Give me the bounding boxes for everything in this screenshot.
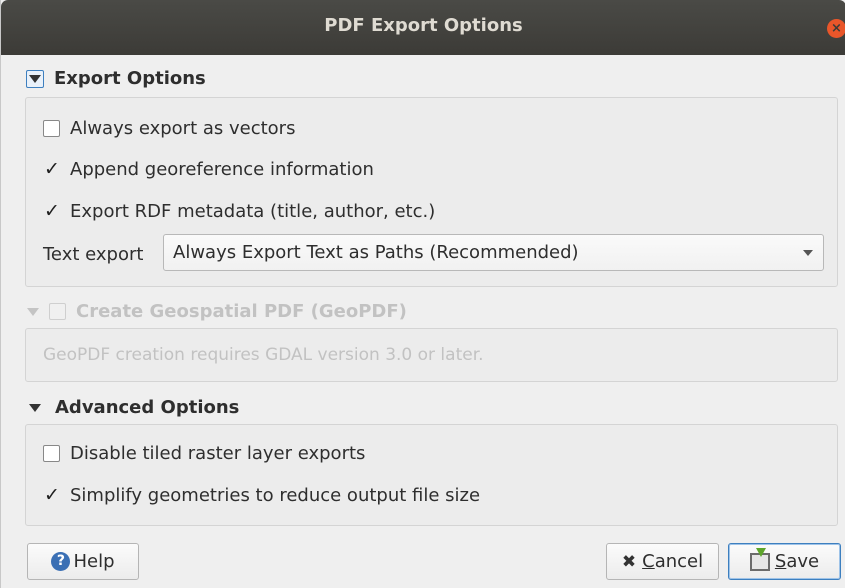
- checkmark-icon: ✓: [44, 200, 60, 222]
- close-button[interactable]: ×: [827, 19, 845, 38]
- export-rdf-metadata-checkbox[interactable]: ✓: [43, 200, 60, 222]
- advanced-options-toggle[interactable]: Advanced Options: [27, 397, 239, 418]
- text-export-row: Text export: [43, 244, 143, 265]
- dropdown-arrow-icon: [803, 250, 813, 256]
- dialog-title: PDF Export Options: [324, 15, 523, 36]
- geopdf-toggle: Create Geospatial PDF (GeoPDF): [27, 301, 407, 322]
- always-export-vectors-checkbox[interactable]: [43, 120, 60, 137]
- checkmark-icon: ✓: [44, 158, 60, 180]
- geopdf-message: GeoPDF creation requires GDAL version 3.…: [43, 345, 484, 365]
- cancel-label: Cancel: [642, 551, 704, 572]
- disable-tiled-label: Disable tiled raster layer exports: [70, 443, 366, 464]
- append-georeference-option[interactable]: ✓ Append georeference information: [43, 158, 374, 180]
- export-options-header: Export Options: [54, 68, 206, 89]
- checkmark-icon: ✓: [44, 484, 60, 506]
- help-button[interactable]: ? Help: [27, 543, 139, 580]
- append-georeference-label: Append georeference information: [70, 159, 374, 180]
- geopdf-message-row: GeoPDF creation requires GDAL version 3.…: [43, 345, 484, 365]
- advanced-options-header: Advanced Options: [55, 397, 240, 418]
- append-georeference-checkbox[interactable]: ✓: [43, 158, 60, 180]
- disable-tiled-option[interactable]: Disable tiled raster layer exports: [43, 443, 365, 464]
- export-rdf-metadata-option[interactable]: ✓ Export RDF metadata (title, author, et…: [43, 200, 436, 222]
- collapse-arrow-icon: [29, 403, 41, 412]
- simplify-geometries-label: Simplify geometries to reduce output fil…: [70, 485, 481, 506]
- save-icon: [749, 547, 770, 571]
- export-options-toggle[interactable]: Export Options: [26, 68, 206, 89]
- simplify-geometries-checkbox[interactable]: ✓: [43, 484, 60, 506]
- disable-tiled-checkbox[interactable]: [43, 445, 60, 462]
- export-rdf-metadata-label: Export RDF metadata (title, author, etc.…: [70, 201, 436, 222]
- cancel-x-icon: ✖: [621, 551, 637, 572]
- save-label: Save: [774, 551, 820, 572]
- save-button[interactable]: Save: [728, 543, 841, 580]
- advanced-options-panel: Disable tiled raster layer exports ✓ Sim…: [25, 424, 838, 526]
- geopdf-checkbox: [49, 303, 66, 320]
- help-icon: ?: [51, 552, 71, 571]
- always-export-vectors-label: Always export as vectors: [70, 118, 296, 139]
- always-export-vectors-option[interactable]: Always export as vectors: [43, 118, 295, 139]
- geopdf-panel: GeoPDF creation requires GDAL version 3.…: [25, 328, 838, 382]
- geopdf-header: Create Geospatial PDF (GeoPDF): [76, 301, 407, 322]
- help-label: Help: [73, 551, 115, 572]
- cancel-button[interactable]: ✖ Cancel: [606, 543, 719, 580]
- collapse-arrow-icon: [27, 307, 39, 316]
- collapse-arrow-icon: [26, 69, 44, 88]
- pdf-export-dialog: PDF Export Options × Export Options Alwa…: [0, 0, 845, 588]
- simplify-geometries-option[interactable]: ✓ Simplify geometries to reduce output f…: [43, 484, 481, 506]
- text-export-dropdown[interactable]: Always Export Text as Paths (Recommended…: [163, 234, 824, 271]
- title-bar[interactable]: PDF Export Options ×: [1, 0, 845, 55]
- text-export-label: Text export: [43, 244, 144, 265]
- text-export-value: Always Export Text as Paths (Recommended…: [173, 242, 579, 263]
